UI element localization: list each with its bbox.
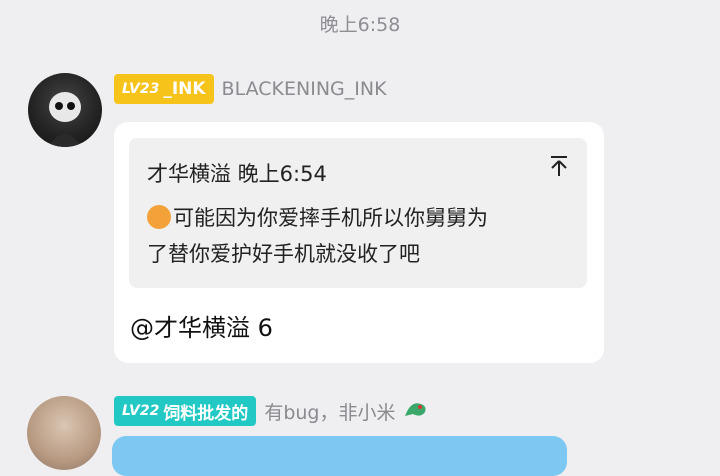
- username[interactable]: BLACKENING_INK: [222, 78, 387, 100]
- message-header: LV23 _INK BLACKENING_INK: [114, 74, 387, 104]
- quote-line-1: 可能因为你爱摔手机所以你舅舅为: [173, 206, 488, 230]
- avatar[interactable]: [27, 396, 101, 470]
- quote-text: 可能因为你爱摔手机所以你舅舅为 了替你爱护好手机就没收了吧: [147, 200, 572, 272]
- quoted-message[interactable]: 才华横溢 晚上6:54 可能因为你爱摔手机所以你舅舅为 了替你爱护好手机就没收了…: [129, 138, 587, 288]
- reply-text: @才华横溢 6: [130, 314, 273, 342]
- level-badge[interactable]: LV23 _INK: [114, 74, 214, 104]
- username[interactable]: 有bug，非小米: [264, 398, 395, 425]
- time-divider: 晚上6:58: [319, 14, 401, 36]
- message-bubble[interactable]: 才华横溢 晚上6:54 可能因为你爱摔手机所以你舅舅为 了替你爱护好手机就没收了…: [114, 122, 604, 363]
- pin-icon[interactable]: [549, 155, 569, 183]
- badge-tag: 饲料批发的: [163, 403, 249, 424]
- badge-tag: _INK: [163, 79, 206, 99]
- level-text: LV23: [122, 81, 160, 97]
- quote-author-time: 才华横溢 晚上6:54: [147, 162, 327, 186]
- shiba-emoji-icon: [147, 205, 171, 229]
- level-badge[interactable]: LV22 饲料批发的: [114, 396, 257, 426]
- dragon-icon: [403, 398, 429, 425]
- message-header: LV22 饲料批发的 有bug，非小米: [114, 396, 429, 426]
- level-text: LV22: [122, 403, 160, 419]
- avatar[interactable]: [28, 73, 102, 147]
- quote-line-2: 了替你爱护好手机就没收了吧: [147, 242, 420, 266]
- message-bubble[interactable]: [112, 436, 567, 476]
